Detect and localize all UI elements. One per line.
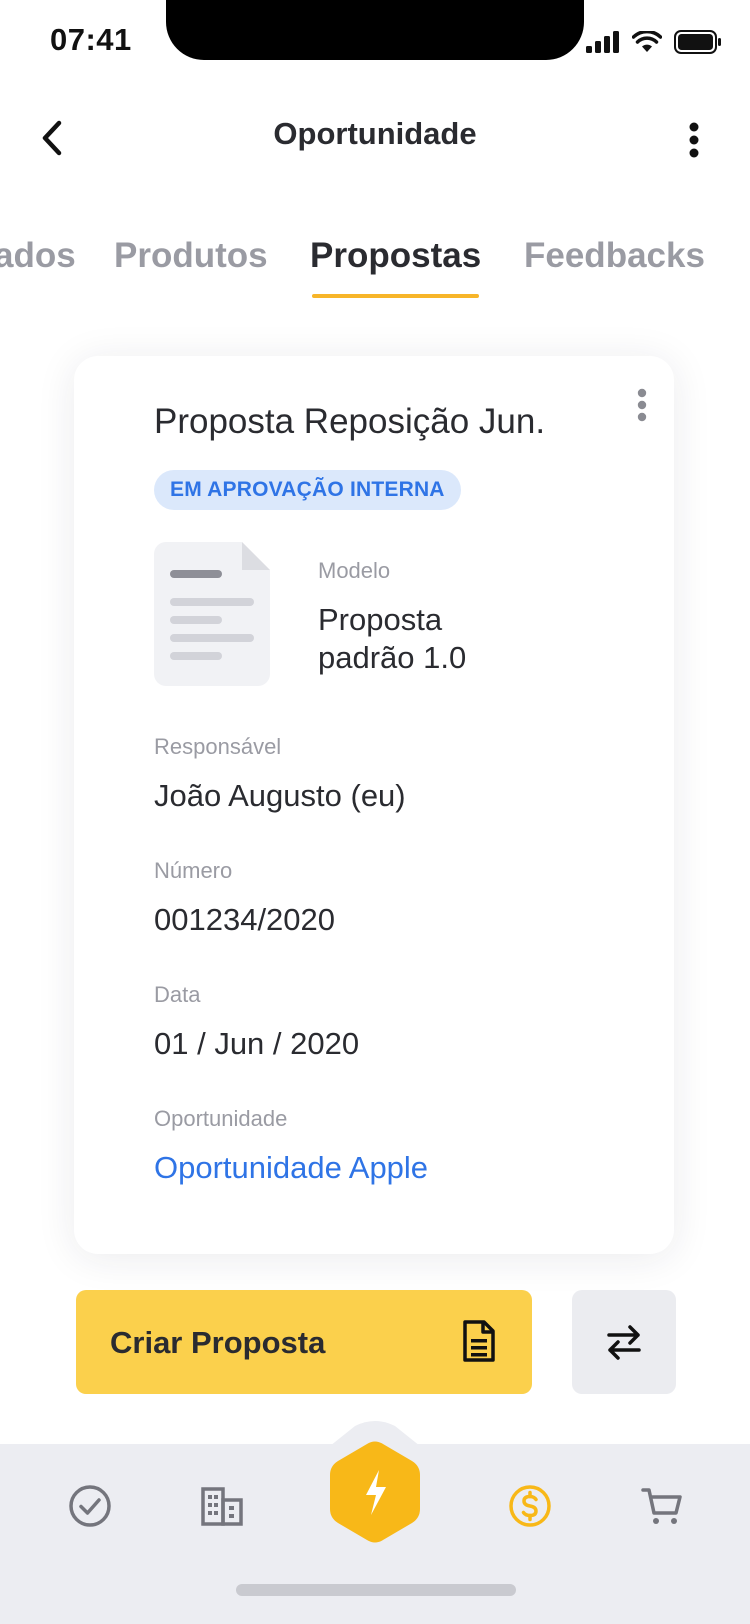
- more-vertical-icon: [637, 388, 647, 422]
- wifi-icon: [632, 31, 662, 52]
- more-vertical-icon: [689, 122, 699, 158]
- swap-arrows-icon: [607, 1325, 641, 1360]
- model-label: Modelo: [318, 558, 391, 583]
- dollar-circle-icon: [509, 1485, 551, 1527]
- status-icons: [586, 30, 722, 54]
- tab-dados[interactable]: ados: [0, 236, 76, 276]
- date-label: Data: [154, 982, 201, 1007]
- lightning-icon: [330, 1441, 420, 1543]
- create-proposal-button[interactable]: Criar Proposta: [76, 1290, 532, 1394]
- battery-icon: [674, 30, 721, 54]
- date-value: 01 / Jun / 2020: [154, 1026, 360, 1061]
- responsible-label: Responsável: [154, 734, 282, 759]
- nav-companies[interactable]: [190, 1474, 254, 1538]
- number-label: Número: [154, 858, 233, 883]
- tab-produtos[interactable]: Produtos: [114, 236, 268, 276]
- proposal-title: Proposta Reposição Jun.: [154, 402, 546, 441]
- cart-icon: [641, 1488, 682, 1524]
- nav-cart[interactable]: [630, 1474, 694, 1538]
- nav-tasks[interactable]: [58, 1474, 122, 1538]
- card-options-button[interactable]: [624, 380, 660, 430]
- status-badge: EM APROVAÇÃO INTERNA: [154, 470, 461, 510]
- opportunity-link[interactable]: Oportunidade Apple: [154, 1150, 428, 1186]
- tab-bar: ados Produtos Propostas Feedbacks: [0, 236, 750, 308]
- status-time: 07:41: [50, 22, 132, 57]
- swap-button[interactable]: [572, 1290, 676, 1394]
- more-options-button[interactable]: [666, 112, 722, 168]
- active-tab-indicator: [312, 294, 479, 298]
- building-icon: [201, 1487, 243, 1526]
- number-value: 001234/2020: [154, 902, 336, 937]
- model-value-line1: Proposta: [318, 602, 443, 637]
- document-thumbnail-icon: [154, 542, 270, 686]
- tab-propostas[interactable]: Propostas: [310, 236, 481, 276]
- document-icon: [463, 1320, 495, 1362]
- page-title: Oportunidade: [273, 116, 477, 151]
- opportunity-label: Oportunidade: [154, 1106, 288, 1131]
- nav-center-action[interactable]: [328, 1440, 422, 1544]
- create-proposal-label: Criar Proposta: [110, 1325, 326, 1360]
- check-circle-icon: [69, 1485, 111, 1527]
- tab-feedbacks[interactable]: Feedbacks: [524, 236, 705, 276]
- model-value-line2: padrão 1.0: [318, 640, 467, 675]
- nav-opportunities[interactable]: [498, 1474, 562, 1538]
- signal-icon: [586, 31, 619, 53]
- responsible-value: João Augusto (eu): [154, 778, 406, 813]
- device-notch: [166, 0, 584, 60]
- home-indicator: [236, 1584, 516, 1596]
